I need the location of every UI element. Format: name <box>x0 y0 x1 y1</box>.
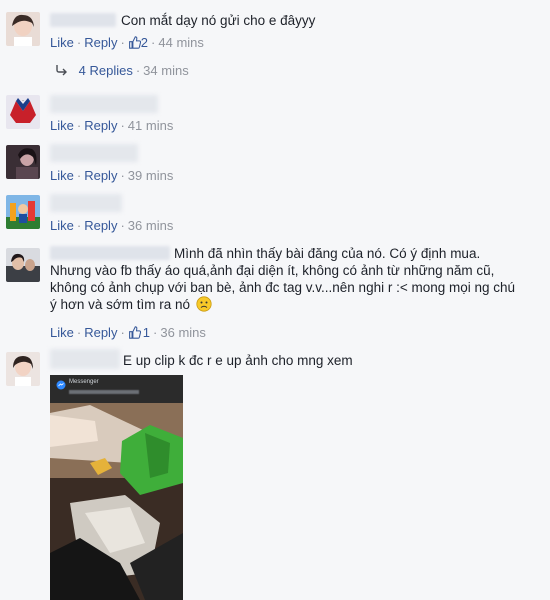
thumbs-up-icon <box>128 36 141 49</box>
thumbs-up-icon <box>128 326 141 339</box>
reply-link[interactable]: Reply <box>84 168 117 183</box>
commenter-name-blurred <box>50 95 158 113</box>
comment-time[interactable]: 36 mins <box>160 325 206 340</box>
like-count[interactable]: 1 <box>128 325 150 340</box>
avatar[interactable] <box>6 248 40 282</box>
replies-count: 4 Replies <box>78 63 133 78</box>
like-link[interactable]: Like <box>50 118 74 133</box>
comment-actions: Like · Reply · 41 mins <box>50 118 174 133</box>
like-link[interactable]: Like <box>50 168 74 183</box>
comment-line: không có ảnh chụp với bạn bè, ảnh đc tag… <box>50 280 516 295</box>
avatar[interactable] <box>6 352 40 386</box>
like-count[interactable]: 2 <box>128 35 148 50</box>
commenter-name-blurred <box>50 13 116 27</box>
photo-content <box>50 403 183 600</box>
comment-line-last: ý hơn và sớm tìm ra nó <box>50 296 545 313</box>
reply-link[interactable]: Reply <box>84 325 117 340</box>
comment-time[interactable]: 39 mins <box>128 168 174 183</box>
comment-line: ý hơn và sớm tìm ra nó <box>50 297 190 312</box>
like-count-value: 2 <box>140 35 149 50</box>
commenter-name-blurred <box>50 349 120 369</box>
comment-text: Mình đã nhìn thấy bài đăng của nó. Có ý … <box>50 245 545 313</box>
commenter-name-blurred <box>50 194 122 212</box>
comment-actions: Like · Reply · 39 mins <box>50 168 174 183</box>
comment-time[interactable]: 36 mins <box>128 218 174 233</box>
comment-text: E up clip k đc r e up ảnh cho mng xem <box>123 353 353 368</box>
reply-link[interactable]: Reply <box>84 218 117 233</box>
avatar[interactable] <box>6 145 40 179</box>
comment-text: Con mắt dạy nó gửi cho e đâyyy <box>121 13 316 28</box>
commenter-name-blurred <box>50 144 138 162</box>
view-replies-link[interactable]: 4 Replies · 34 mins <box>55 63 189 78</box>
like-link[interactable]: Like <box>50 218 74 233</box>
avatar[interactable] <box>6 195 40 229</box>
sad-face-emoji-icon <box>196 296 212 312</box>
comment-time[interactable]: 41 mins <box>128 118 174 133</box>
avatar[interactable]: ~ <box>6 95 40 129</box>
messenger-icon <box>56 380 66 390</box>
comment-line: Nhưng vào fb thấy áo quá,ảnh đại diện ít… <box>50 263 495 278</box>
comment-actions: Like · Reply · 2 · 44 mins <box>50 35 204 50</box>
like-link[interactable]: Like <box>50 325 74 340</box>
comment-actions: Like · Reply · 1 · 36 mins <box>50 325 206 340</box>
attached-photo[interactable]: Messenger <box>50 375 183 600</box>
replies-time: 34 mins <box>143 63 189 78</box>
comment-time[interactable]: 44 mins <box>158 35 204 50</box>
comment-actions: Like · Reply · 36 mins <box>50 218 174 233</box>
reply-link[interactable]: Reply <box>84 118 117 133</box>
avatar[interactable] <box>6 12 40 46</box>
comment-line: Mình đã nhìn thấy bài đăng của nó. Có ý … <box>174 246 481 261</box>
like-link[interactable]: Like <box>50 35 74 50</box>
like-count-value: 1 <box>142 325 151 340</box>
reply-link[interactable]: Reply <box>84 35 117 50</box>
messenger-notification: Messenger <box>50 375 183 403</box>
messenger-label: Messenger <box>69 379 99 385</box>
reply-arrow-icon <box>56 65 67 76</box>
notification-text-blurred <box>69 390 139 394</box>
